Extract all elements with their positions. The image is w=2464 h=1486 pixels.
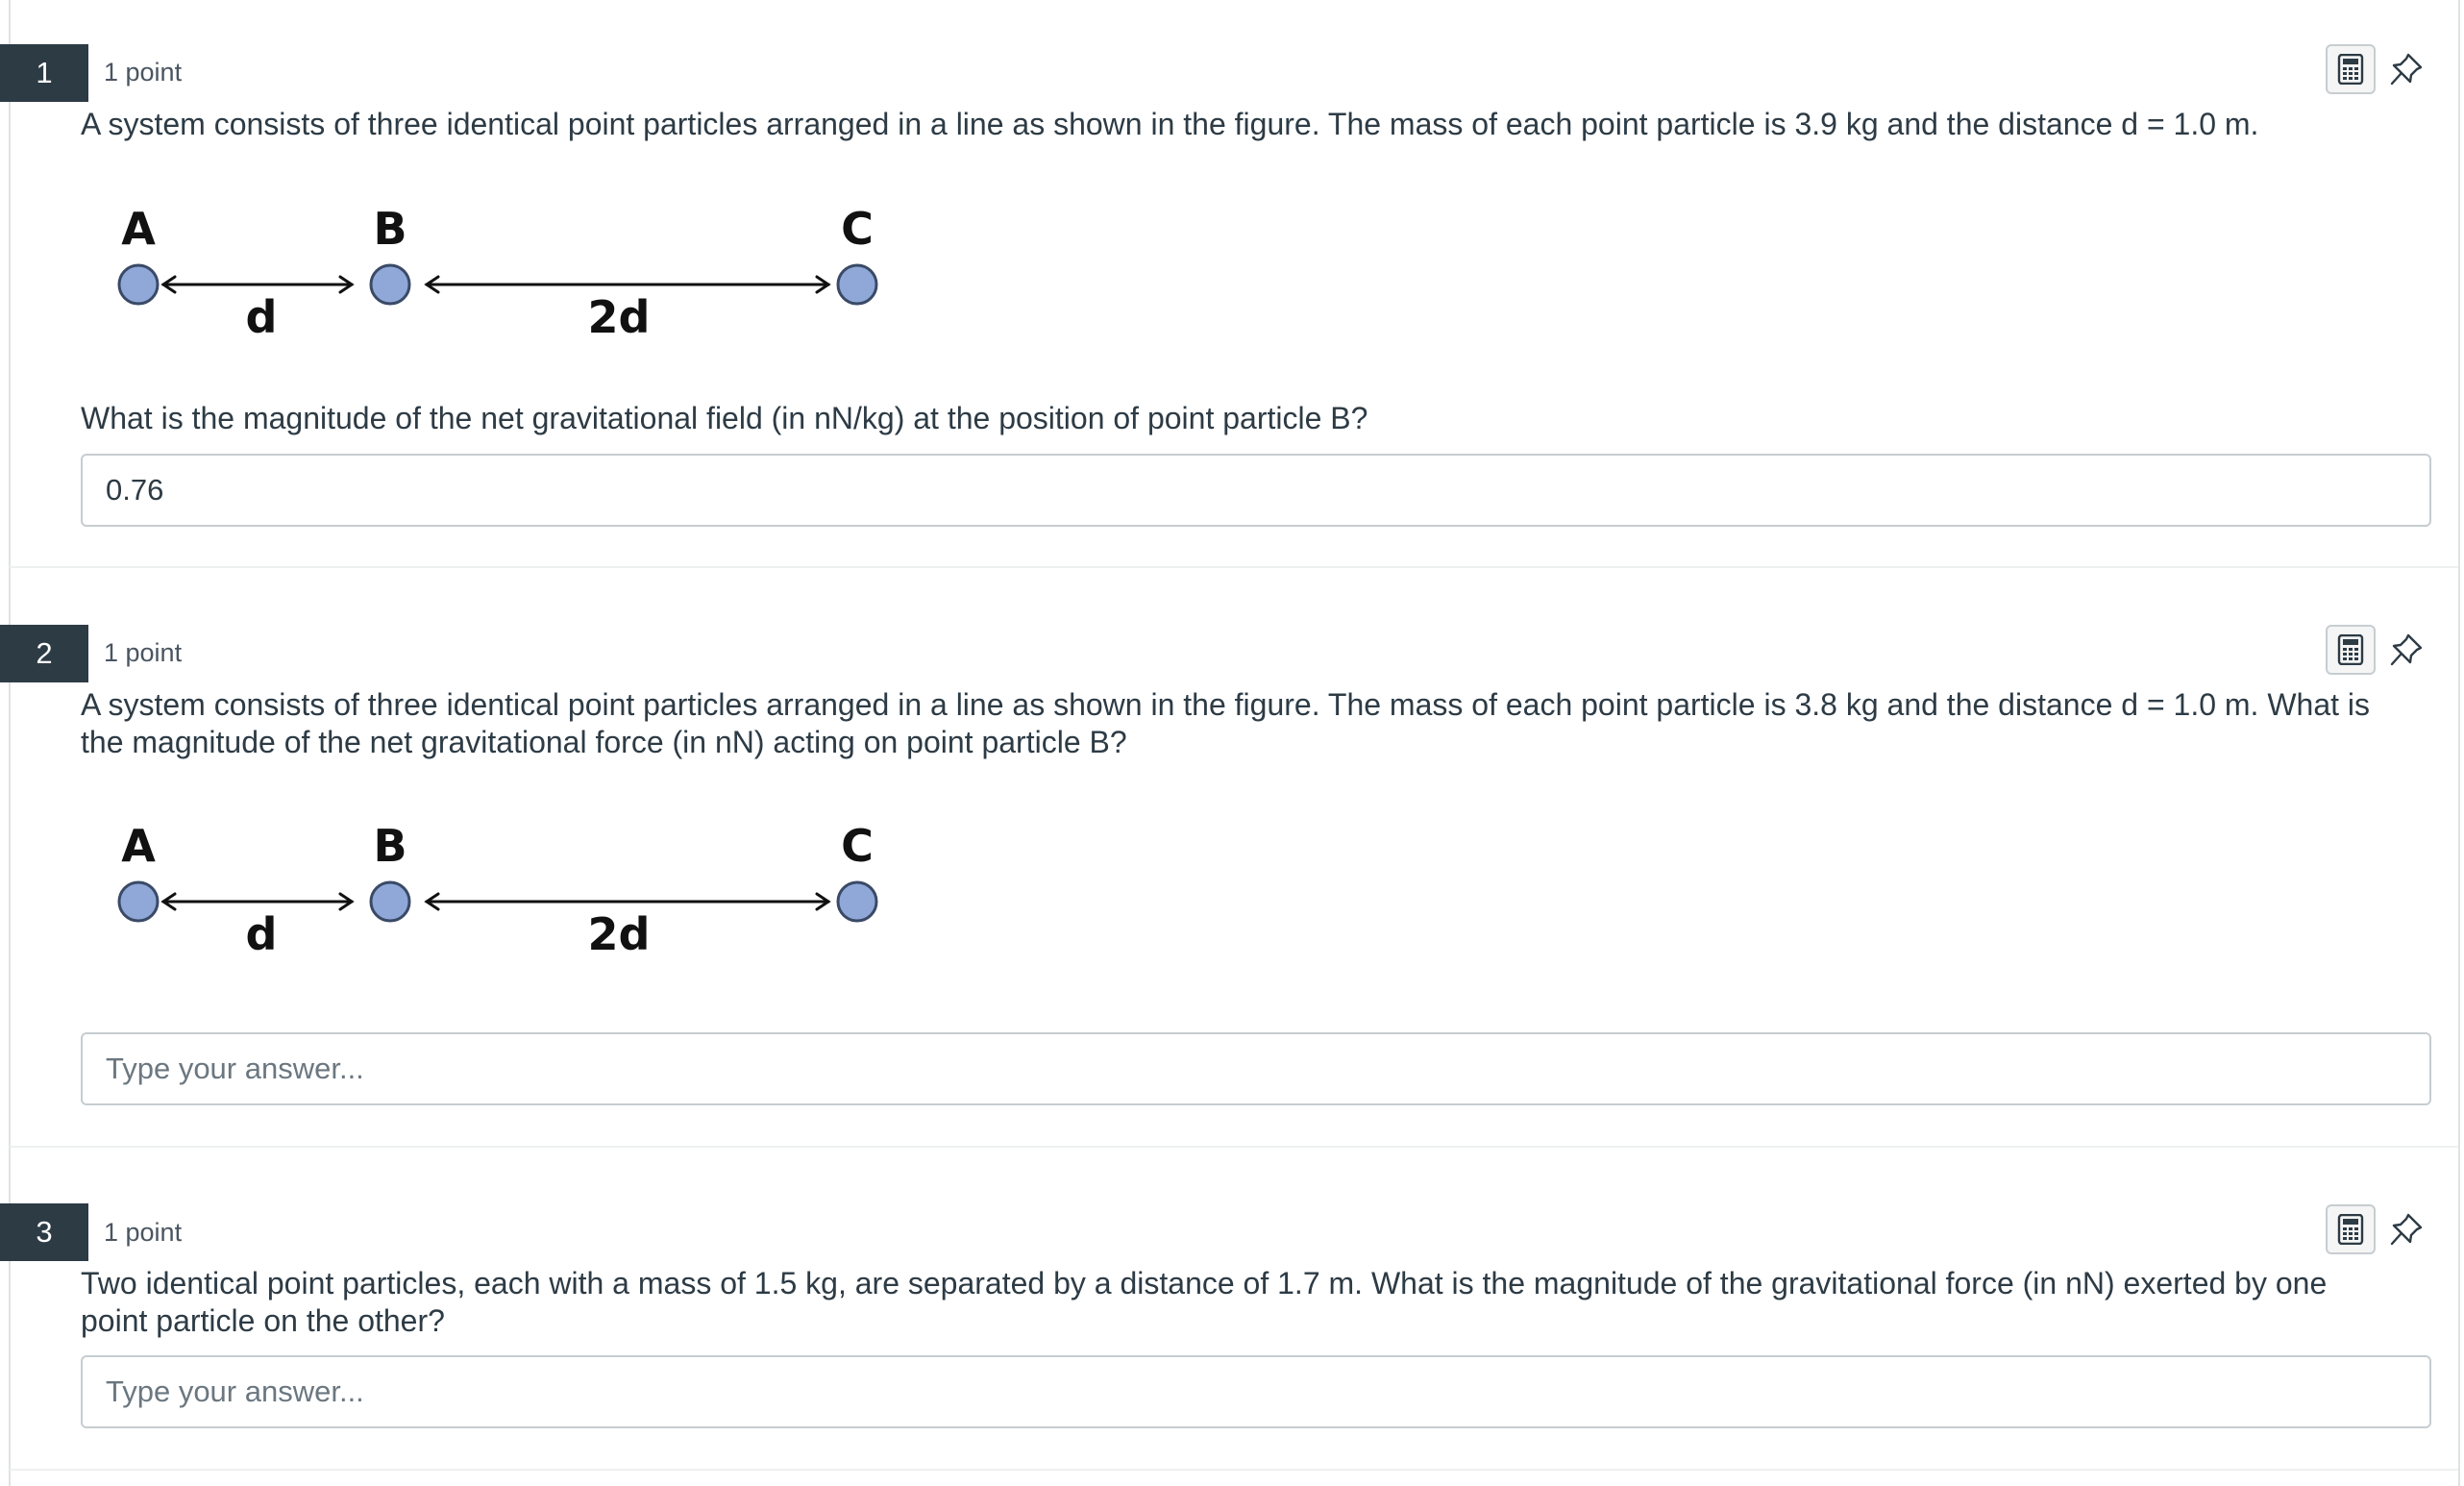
figure-label-a: A	[121, 820, 156, 872]
pin-icon	[2390, 53, 2423, 86]
figure-label-c: C	[841, 820, 874, 872]
question-text: Two identical point particles, each with…	[81, 1266, 2328, 1338]
particle-figure: A B C d 2d	[117, 820, 878, 960]
calculator-icon	[2337, 634, 2364, 665]
answer-input[interactable]	[81, 454, 2431, 527]
particle-b	[369, 880, 411, 923]
question-points: 1 point	[104, 638, 183, 667]
figure-label-c: C	[841, 203, 874, 255]
figure-label-b: B	[373, 203, 407, 255]
figure-label-a: A	[121, 203, 156, 255]
answer-input[interactable]	[81, 1032, 2431, 1105]
particle-c	[836, 880, 878, 923]
particle-a	[117, 880, 160, 923]
particle-figure: A B C d 2d	[117, 203, 878, 343]
particle-b	[369, 263, 411, 306]
page-right-border	[2458, 0, 2460, 1486]
question-followup: What is the magnitude of the net gravita…	[81, 401, 1368, 435]
answer-input[interactable]	[81, 1355, 2431, 1428]
question-divider	[10, 566, 2458, 568]
pin-button[interactable]	[2387, 50, 2426, 88]
question-number: 2	[0, 625, 88, 682]
question-number: 3	[0, 1203, 88, 1261]
distance-label-2d: 2d	[588, 291, 651, 343]
pin-icon	[2390, 633, 2423, 666]
pin-button[interactable]	[2387, 1210, 2426, 1249]
distance-label-d: d	[246, 291, 278, 343]
pin-button[interactable]	[2387, 631, 2426, 669]
figure-label-b: B	[373, 820, 407, 872]
calculator-icon	[2337, 1214, 2364, 1245]
particle-a	[117, 263, 160, 306]
calculator-button[interactable]	[2326, 44, 2376, 94]
question-text: A system consists of three identical poi…	[81, 107, 2259, 141]
question-points: 1 point	[104, 1218, 183, 1247]
page-left-border	[9, 0, 11, 1486]
question-divider	[10, 1146, 2458, 1148]
particle-c	[836, 263, 878, 306]
calculator-button[interactable]	[2326, 625, 2376, 675]
pin-icon	[2390, 1213, 2423, 1246]
calculator-button[interactable]	[2326, 1204, 2376, 1254]
distance-label-2d: 2d	[588, 908, 651, 960]
distance-label-d: d	[246, 908, 278, 960]
question-divider	[10, 1469, 2458, 1471]
question-number: 1	[0, 44, 88, 102]
calculator-icon	[2337, 54, 2364, 85]
question-text: A system consists of three identical poi…	[81, 687, 2371, 759]
question-points: 1 point	[104, 58, 183, 87]
